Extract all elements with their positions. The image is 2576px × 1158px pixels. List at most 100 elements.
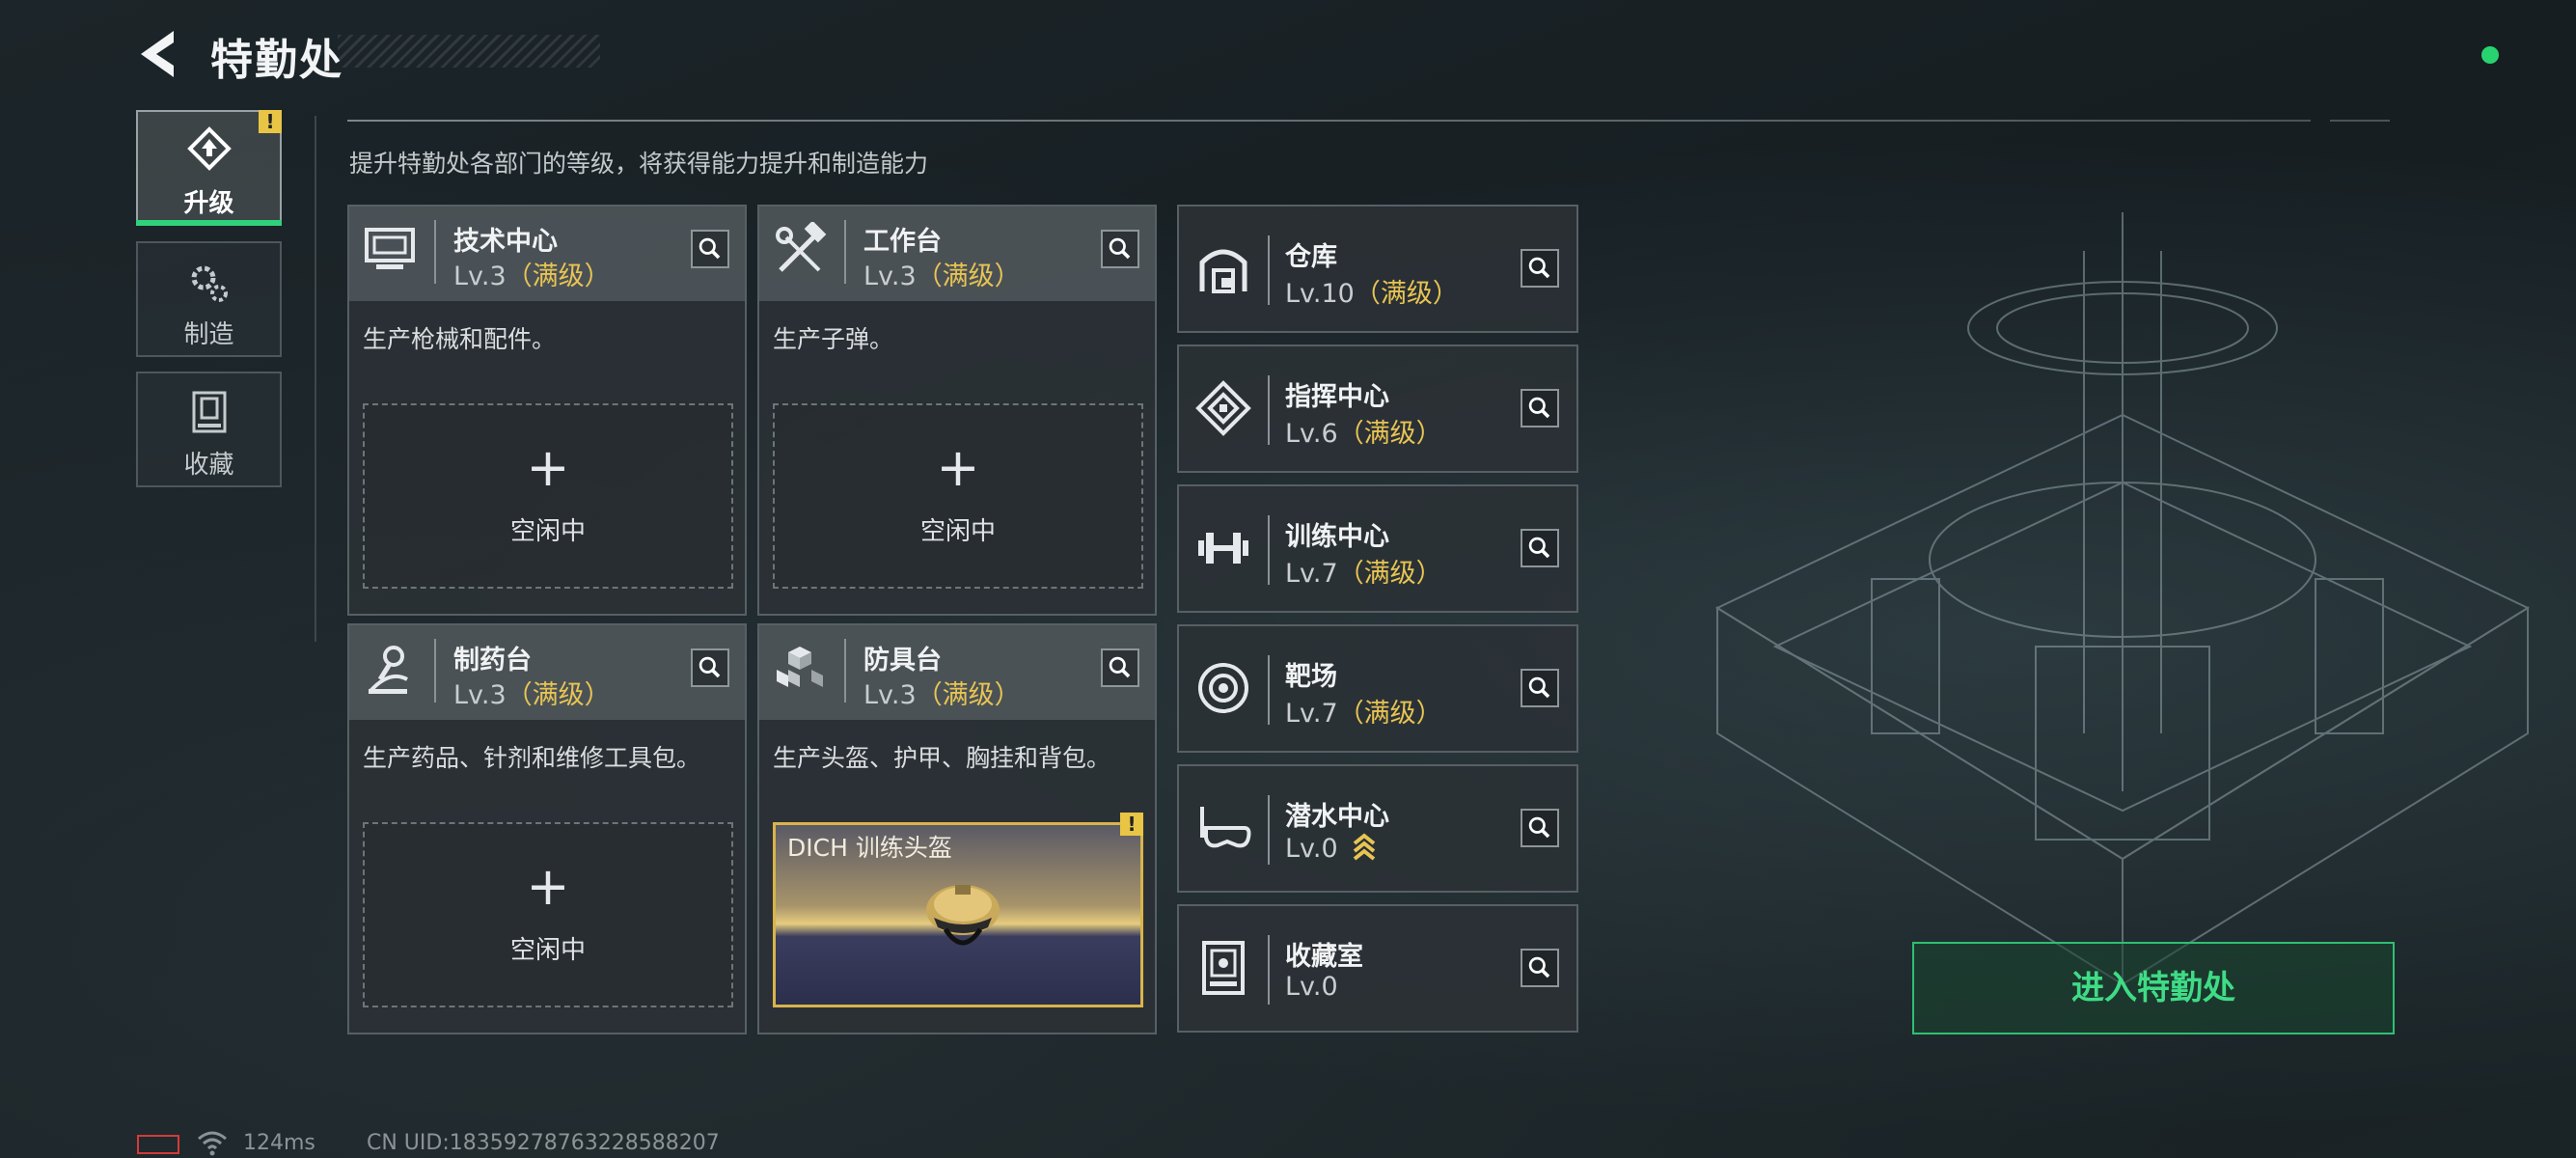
battery-icon	[137, 1135, 179, 1154]
divider	[1268, 235, 1270, 305]
facility-collection-room[interactable]: 收藏室 Lv.0	[1177, 904, 1578, 1033]
production-slot[interactable]: + 空闲中	[773, 403, 1143, 589]
gears-icon	[191, 265, 228, 302]
search-icon[interactable]	[1521, 669, 1559, 707]
upgrade-available-icon	[1354, 833, 1376, 861]
level-value: Lv.7	[1285, 699, 1338, 729]
level-value: Lv.7	[1285, 559, 1338, 589]
production-slot[interactable]: + 空闲中	[363, 822, 733, 1007]
facility-level: Lv.0	[1285, 832, 1377, 864]
department-name: 技术中心	[453, 227, 558, 257]
level-value: Lv.3	[453, 680, 507, 710]
helmet-image	[926, 885, 1000, 946]
section-description: 提升特勤处各部门的等级，将获得能力提升和制造能力	[349, 150, 929, 178]
max-level-tag: （满级）	[1337, 559, 1442, 589]
search-icon[interactable]	[1521, 529, 1559, 567]
wifi-icon	[198, 1131, 227, 1156]
facility-diving-center[interactable]: 潜水中心 Lv.0	[1177, 764, 1578, 893]
facility-shooting-range[interactable]: 靶场 Lv.7（满级）	[1177, 624, 1578, 753]
facility-training-center[interactable]: 训练中心 Lv.7（满级）	[1177, 484, 1578, 613]
max-level-tag: （满级）	[506, 262, 611, 291]
facility-command-center[interactable]: 指挥中心 Lv.6（满级）	[1177, 345, 1578, 473]
divider	[434, 639, 436, 703]
divider	[1268, 655, 1270, 725]
max-level-tag: （满级）	[1337, 699, 1442, 729]
divider	[1268, 515, 1270, 585]
divider	[347, 120, 2311, 122]
search-icon[interactable]	[1521, 949, 1559, 987]
add-icon: +	[526, 437, 570, 498]
department-level: Lv.3（满级）	[453, 674, 611, 711]
nav-tab-craft[interactable]: 制造	[136, 241, 282, 357]
item-name: DICH 训练头盔	[787, 834, 952, 862]
department-description: 生产药品、针剂和维修工具包。	[363, 744, 701, 772]
department-name: 工作台	[863, 227, 942, 257]
slot-status: 空闲中	[509, 517, 586, 546]
search-icon[interactable]	[1521, 249, 1559, 288]
search-icon[interactable]	[1101, 230, 1139, 268]
facility-warehouse[interactable]: 仓库 Lv.10（满级）	[1177, 205, 1578, 333]
level-value: Lv.3	[863, 262, 917, 291]
facility-level: Lv.7（满级）	[1285, 692, 1442, 730]
department-description: 生产枪械和配件。	[363, 325, 557, 353]
level-value: Lv.3	[453, 262, 507, 291]
slot-status: 空闲中	[509, 936, 586, 965]
department-card-workbench: 工作台 Lv.3（满级） 生产子弹。 + 空闲中	[757, 205, 1157, 616]
department-description: 生产子弹。	[773, 325, 894, 353]
facility-name: 靶场	[1285, 662, 1337, 692]
nav-tab-craft-label: 制造	[183, 320, 234, 349]
level-value: Lv.3	[863, 680, 917, 710]
nav-tab-upgrade-label: 升级	[183, 189, 234, 218]
department-card-tech-center: 技术中心 Lv.3（满级） 生产枪械和配件。 + 空闲中	[347, 205, 747, 616]
department-level: Lv.3（满级）	[863, 255, 1021, 292]
facility-level: Lv.0	[1285, 972, 1338, 1002]
page-title: 特勤处	[210, 36, 343, 85]
department-description: 生产头盔、护甲、胸挂和背包。	[773, 744, 1111, 772]
facility-level: Lv.6（满级）	[1285, 412, 1442, 450]
department-level: Lv.3（满级）	[863, 674, 1021, 711]
level-value: Lv.10	[1285, 279, 1355, 309]
search-icon[interactable]	[1101, 648, 1139, 687]
level-value: Lv.0	[1285, 834, 1338, 864]
item-alert-badge: !	[1120, 813, 1143, 836]
department-level: Lv.3（满级）	[453, 255, 611, 292]
network-latency: 124ms	[243, 1131, 315, 1155]
warehouse-icon	[1199, 249, 1247, 293]
max-level-tag: （满级）	[506, 680, 611, 710]
max-level-tag: （满级）	[1354, 279, 1459, 309]
dumbbell-icon	[1198, 533, 1248, 564]
divider	[434, 220, 436, 284]
divider	[315, 116, 316, 642]
target-icon	[1198, 663, 1248, 713]
max-level-tag: （满级）	[916, 262, 1021, 291]
divider	[1268, 795, 1270, 865]
divider	[1268, 935, 1270, 1005]
search-icon[interactable]	[691, 230, 729, 268]
back-arrow-icon[interactable]	[135, 29, 183, 79]
search-icon[interactable]	[1521, 809, 1559, 847]
nav-tab-collection[interactable]: 收藏	[136, 372, 282, 487]
production-slot[interactable]: + 空闲中	[363, 403, 733, 589]
collection-icon	[192, 391, 226, 433]
facility-name: 潜水中心	[1285, 802, 1389, 832]
facility-name: 训练中心	[1285, 522, 1389, 552]
level-value: Lv.6	[1285, 419, 1338, 449]
enter-hq-button[interactable]: 进入特勤处	[1912, 942, 2395, 1034]
crafted-item-slot[interactable]: DICH 训练头盔	[773, 822, 1143, 1007]
upgrade-icon	[186, 126, 232, 171]
divider	[1268, 375, 1270, 445]
facility-name: 指挥中心	[1285, 382, 1389, 412]
connection-status-indicator	[2481, 46, 2499, 64]
nav-tab-upgrade[interactable]: 升级 !	[136, 110, 282, 226]
collection-room-icon	[1202, 941, 1245, 995]
facility-level: Lv.7（满级）	[1285, 552, 1442, 590]
level-value: Lv.0	[1285, 972, 1338, 1002]
search-icon[interactable]	[691, 648, 729, 687]
divider	[844, 639, 846, 703]
diving-mask-icon	[1200, 807, 1251, 848]
search-icon[interactable]	[1521, 389, 1559, 427]
nav-tab-collection-label: 收藏	[183, 451, 234, 480]
department-card-pharmacy: 制药台 Lv.3（满级） 生产药品、针剂和维修工具包。 + 空闲中	[347, 623, 747, 1034]
slot-status: 空闲中	[919, 517, 996, 546]
command-center-icon	[1195, 380, 1251, 436]
